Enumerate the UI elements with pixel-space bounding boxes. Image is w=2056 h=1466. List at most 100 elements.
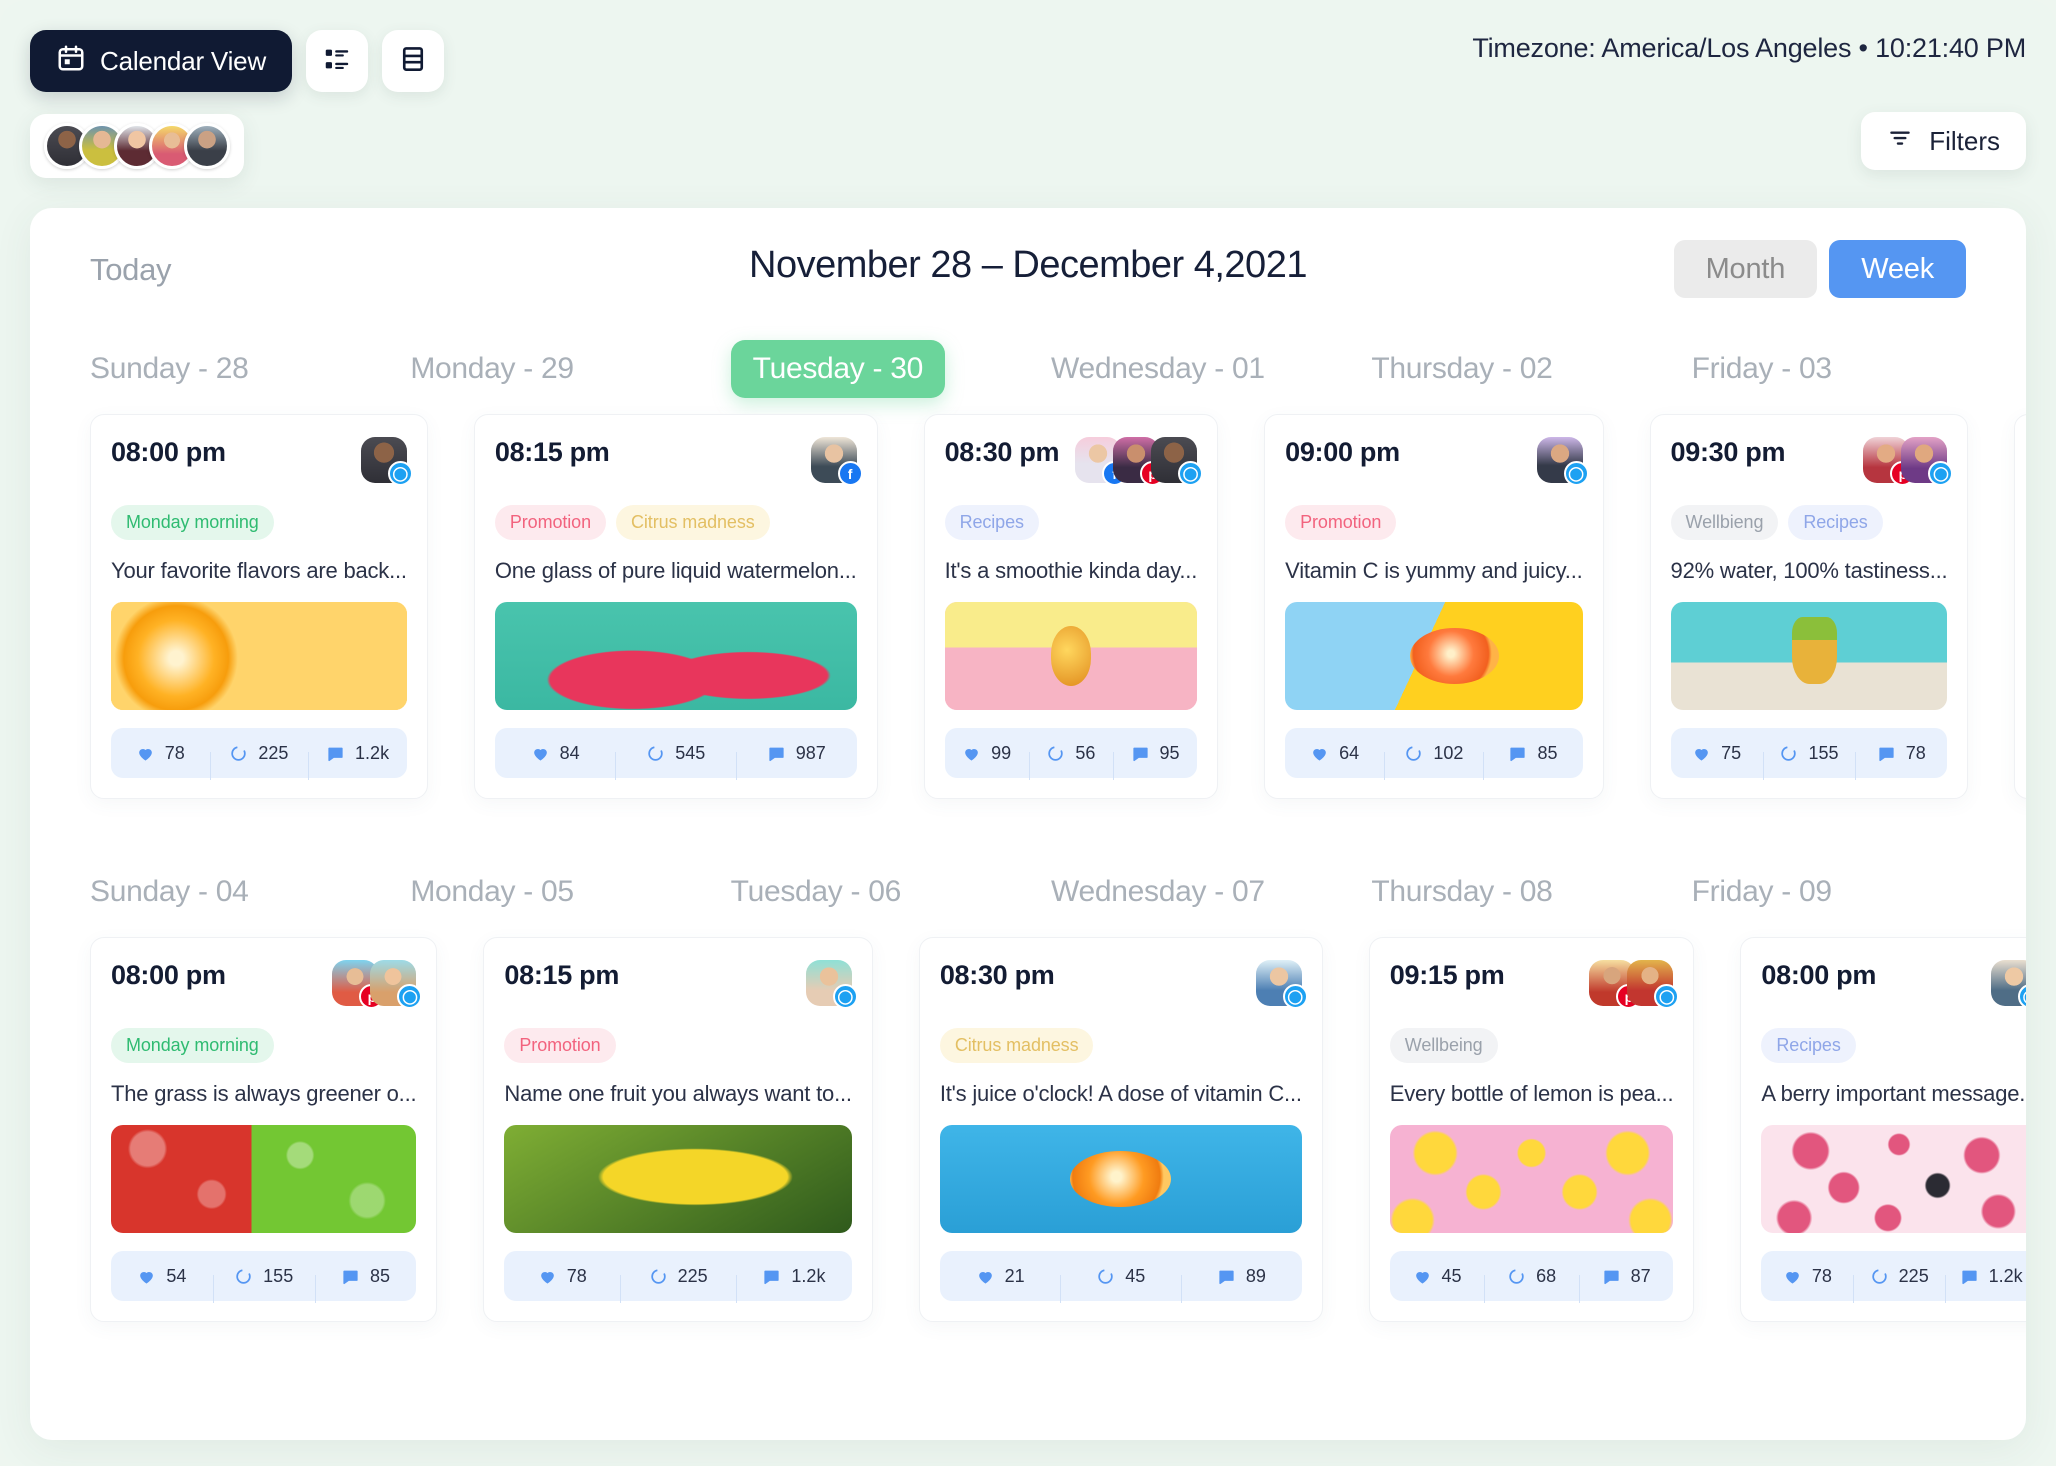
tab-split-view[interactable]: [382, 30, 445, 92]
tag[interactable]: Promotion: [1285, 505, 1397, 540]
post-card[interactable]: 08:00 pm ◯ Recipes A berry important mes…: [1740, 937, 2026, 1322]
avatar[interactable]: ◯: [370, 960, 423, 1009]
day-header[interactable]: Wednesday - 07: [1051, 875, 1325, 909]
card-avatars[interactable]: p ◯: [1863, 437, 1954, 486]
card-image: [1761, 1125, 2026, 1233]
card-avatars[interactable]: p ◯: [1589, 960, 1680, 1009]
stat-value: 87: [1630, 1265, 1651, 1286]
heart-icon: [1413, 1267, 1432, 1286]
card-text: Every bottle of lemon is pea...: [1389, 1081, 1674, 1106]
card-tags: Monday morning: [111, 505, 407, 540]
post-card[interactable]: 08:30 pm ◯ Citrus madness It's juice o'c…: [918, 937, 1323, 1322]
card-avatars[interactable]: ◯: [805, 960, 858, 1009]
stat-value: 84: [559, 742, 580, 763]
list-view-icon: [322, 44, 352, 79]
day-header[interactable]: Thursday - 02: [1371, 352, 1645, 386]
avatar[interactable]: ◯: [1901, 437, 1954, 486]
stat-value: 225: [677, 1265, 708, 1286]
stat-value: 225: [1898, 1265, 1929, 1286]
card-time: 08:15 pm: [494, 437, 610, 467]
post-card[interactable]: 09:15 pm p ◯ Wellbeing Every bottle of l…: [1368, 937, 1695, 1322]
post-card[interactable]: 08:15 pm ◯ Promotion Name one fruit you …: [483, 937, 873, 1322]
tag[interactable]: Promotion: [494, 505, 606, 540]
card-tags: Citrus madness: [939, 1028, 1302, 1063]
card-stats: 21 45 89: [939, 1251, 1302, 1303]
card-tags: Recipes: [944, 505, 1198, 540]
week-1: Sunday - 28 Monday - 29 Tuesday - 30 Wed…: [30, 338, 2026, 799]
day-header[interactable]: Sunday - 28: [90, 352, 364, 386]
avatar[interactable]: ◯: [360, 437, 413, 486]
stat-likes: 78: [111, 743, 210, 764]
tag[interactable]: Monday morning: [111, 505, 274, 540]
tag[interactable]: Promotion: [504, 1028, 616, 1063]
day-header[interactable]: Friday - 03: [1692, 352, 1966, 386]
post-card[interactable]: 08:30 pm f p ◯ Recipes It's a smoothie k…: [923, 414, 1219, 799]
team-avatar-stack[interactable]: [30, 114, 244, 178]
day-header[interactable]: Tuesday - 06: [731, 875, 1005, 909]
card-avatars[interactable]: f: [810, 437, 863, 486]
avatar[interactable]: [184, 123, 230, 169]
stat-likes: 78: [504, 1266, 620, 1287]
tag[interactable]: Monday morning: [111, 1028, 274, 1063]
card-tags: Promotion: [504, 1028, 851, 1063]
tag[interactable]: Citrus madness: [939, 1028, 1094, 1063]
card-text: Name one fruit you always want to...: [504, 1081, 852, 1106]
day-header[interactable]: Monday - 05: [410, 875, 684, 909]
comment-icon: [1877, 744, 1896, 763]
tab-calendar-view-label: Calendar View: [100, 45, 267, 76]
card-avatars[interactable]: ◯: [360, 437, 413, 486]
stat-value: 99: [991, 742, 1012, 763]
card-tags: Promotion: [1285, 505, 1582, 540]
avatar[interactable]: ◯: [1255, 960, 1308, 1009]
avatar[interactable]: ◯: [1536, 437, 1589, 486]
week-2: Sunday - 04 Monday - 05 Tuesday - 06 Wed…: [30, 861, 2026, 1322]
day-header-today[interactable]: Tuesday - 30: [730, 340, 946, 398]
avatar[interactable]: ◯: [1627, 960, 1680, 1009]
stat-likes: 64: [1285, 743, 1384, 764]
post-card[interactable]: 09:30 pm p ◯ Wellbieng Recipes 92% water…: [1649, 414, 1969, 799]
card-avatars[interactable]: ◯: [1536, 437, 1589, 486]
card-tags: Wellbeing: [1389, 1028, 1674, 1063]
card-time: 08:00 pm: [1761, 960, 1877, 990]
post-card[interactable]: 08:00 pm ◯ Monday morning Your favorite …: [90, 414, 428, 799]
tag[interactable]: Citrus madness: [616, 505, 770, 540]
week-view-button[interactable]: Week: [1829, 240, 1966, 298]
filters-button[interactable]: Filters: [1861, 112, 2026, 170]
tag[interactable]: Recipes: [1788, 505, 1883, 540]
facebook-icon: f: [837, 461, 863, 486]
stat-value: 225: [258, 742, 289, 763]
heart-icon: [1692, 744, 1711, 763]
stat-comments: 1.2k: [308, 743, 407, 780]
avatar[interactable]: ◯: [1151, 437, 1204, 486]
card-avatars[interactable]: ◯: [1991, 960, 2026, 1009]
day-header[interactable]: Monday - 29: [410, 352, 684, 386]
stat-comments: 78: [1855, 743, 1947, 780]
post-card[interactable]: 08:15 pm f Promotion Citrus madness One …: [473, 414, 878, 799]
calendar-header: Today November 28 – December 4,2021 Mont…: [30, 208, 2026, 316]
avatar[interactable]: f: [810, 437, 863, 486]
post-card[interactable]: 08:00 pm p ◯ Monday morning The grass is…: [90, 937, 438, 1322]
post-card[interactable]: 09:00 pm ◯ Promotion Vitamin C is yummy …: [1264, 414, 1604, 799]
avatar[interactable]: ◯: [805, 960, 858, 1009]
card-tags: Recipes: [1761, 1028, 2026, 1063]
card-stats: 78 225 1.2k: [504, 1251, 852, 1303]
tag[interactable]: Recipes: [944, 505, 1039, 540]
tag[interactable]: Recipes: [1761, 1028, 1856, 1063]
day-header[interactable]: Sunday - 04: [90, 875, 364, 909]
tag[interactable]: Wellbeing: [1389, 1028, 1498, 1063]
post-card[interactable]: 10:00 pm ◯ Promotion Keeping up with soc…: [2014, 414, 2026, 799]
avatar[interactable]: ◯: [1991, 960, 2026, 1009]
day-header[interactable]: Thursday - 08: [1371, 875, 1645, 909]
month-view-button[interactable]: Month: [1673, 240, 1818, 298]
card-avatars[interactable]: p ◯: [332, 960, 423, 1009]
tab-calendar-view[interactable]: Calendar View: [30, 30, 293, 92]
day-header[interactable]: Wednesday - 01: [1051, 352, 1325, 386]
day-header[interactable]: Friday - 09: [1692, 875, 1966, 909]
comment-icon: [1508, 744, 1527, 763]
card-image: [494, 602, 857, 710]
card-avatars[interactable]: ◯: [1255, 960, 1308, 1009]
tag[interactable]: Wellbieng: [1670, 505, 1779, 540]
stat-value: 68: [1536, 1265, 1557, 1286]
card-avatars[interactable]: f p ◯: [1075, 437, 1204, 486]
tab-list-view[interactable]: [306, 30, 369, 92]
